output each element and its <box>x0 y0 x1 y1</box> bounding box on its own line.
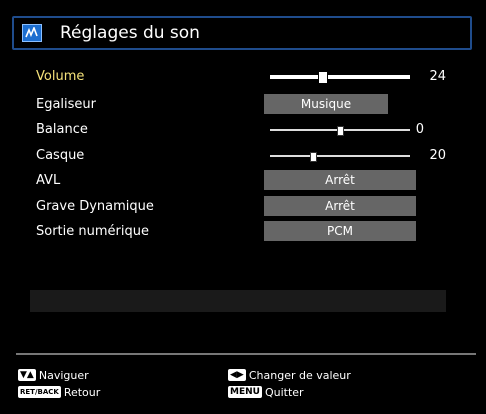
sortie-numerique-select[interactable]: PCM <box>264 221 416 241</box>
volume-slider[interactable] <box>270 66 410 88</box>
row-balance[interactable]: Balance 0 <box>36 119 446 141</box>
grave-dynamique-label: Grave Dynamique <box>36 199 154 214</box>
left-right-keys-icon: ◀▶ <box>228 369 246 381</box>
row-egaliseur[interactable]: Egaliseur Musique <box>36 94 446 116</box>
balance-label: Balance <box>36 122 88 137</box>
info-box <box>30 290 446 312</box>
egaliseur-label: Egaliseur <box>36 97 97 112</box>
sound-settings-menu: Réglages du son Volume 24 Egaliseur Musi… <box>0 0 486 414</box>
sortie-numerique-label: Sortie numérique <box>36 224 149 239</box>
ret-back-key-icon: RET/BACK <box>18 386 61 398</box>
row-grave-dynamique[interactable]: Grave Dynamique Arrêt <box>36 196 446 218</box>
navigate-keys-icon: ▼▲ <box>18 369 36 381</box>
quit-label: Quitter <box>264 385 304 399</box>
footer-back: RET/BACK Retour <box>18 385 100 399</box>
page-title: Réglages du son <box>60 23 200 43</box>
menu-key-icon: MENU <box>228 386 262 398</box>
footer-navigate: ▼▲ Naviguer <box>18 368 89 382</box>
avl-label: AVL <box>36 173 61 188</box>
avl-select[interactable]: Arrêt <box>264 170 416 190</box>
casque-track <box>270 155 410 157</box>
casque-slider[interactable] <box>270 145 410 167</box>
footer-quit: MENU Quitter <box>228 385 304 399</box>
balance-knob[interactable] <box>337 126 344 136</box>
navigate-label: Naviguer <box>38 368 89 382</box>
volume-knob[interactable] <box>318 71 328 84</box>
footer-divider <box>16 353 476 355</box>
balance-value: 0 <box>415 122 424 137</box>
row-casque[interactable]: Casque 20 <box>36 145 446 167</box>
volume-label: Volume <box>36 69 85 84</box>
grave-dynamique-select[interactable]: Arrêt <box>264 196 416 216</box>
row-volume[interactable]: Volume 24 <box>36 66 446 88</box>
volume-value: 24 <box>429 69 446 84</box>
footer-change: ◀▶ Changer de valeur <box>228 368 351 382</box>
back-label: Retour <box>63 385 101 399</box>
casque-label: Casque <box>36 148 85 163</box>
balance-slider[interactable] <box>270 119 410 141</box>
egaliseur-select[interactable]: Musique <box>264 94 388 114</box>
title-bar: Réglages du son <box>12 16 472 50</box>
row-avl[interactable]: AVL Arrêt <box>36 170 446 192</box>
casque-knob[interactable] <box>310 152 317 162</box>
sound-settings-icon <box>22 24 42 42</box>
casque-value: 20 <box>429 148 446 163</box>
change-label: Changer de valeur <box>248 368 351 382</box>
row-sortie-numerique[interactable]: Sortie numérique PCM <box>36 221 446 243</box>
volume-track <box>270 75 410 79</box>
